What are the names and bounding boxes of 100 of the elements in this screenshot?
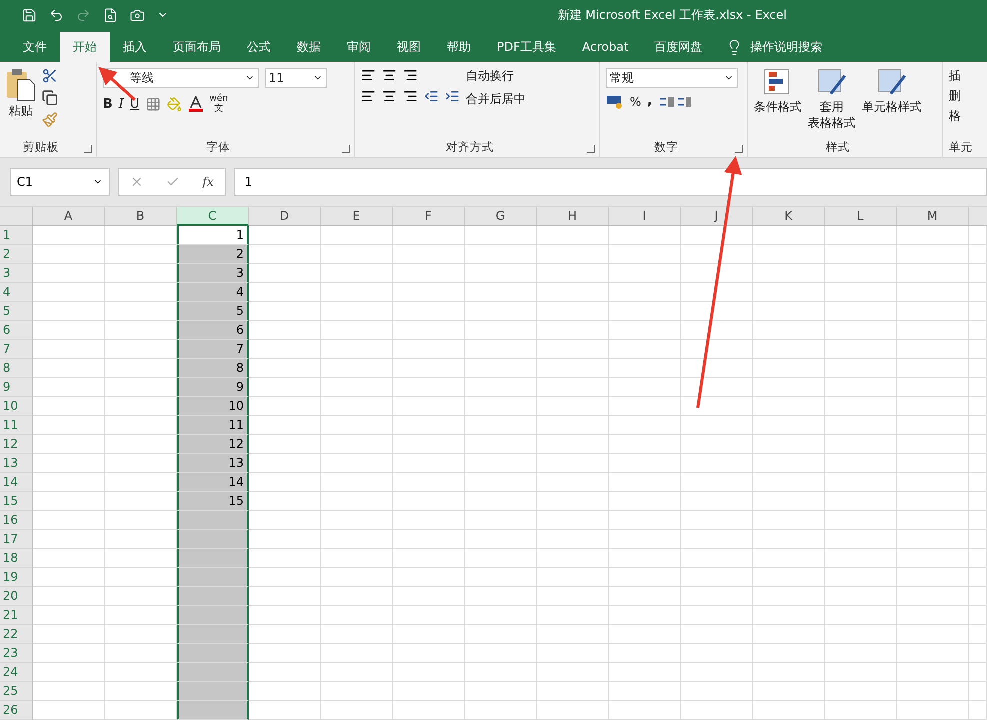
column-header[interactable]: C	[177, 207, 249, 226]
ribbon-tab[interactable]: PDF工具集	[484, 32, 570, 62]
decimal-icon[interactable]	[658, 94, 692, 108]
paste-button[interactable]: 粘贴	[6, 68, 36, 137]
row-header[interactable]: 3	[0, 264, 33, 283]
align-middle-icon[interactable]	[382, 68, 397, 83]
column-header[interactable]: E	[321, 207, 393, 226]
font-name-field[interactable]: 等线	[103, 68, 259, 88]
row-header[interactable]: 17	[0, 530, 33, 549]
font-color-icon[interactable]	[188, 96, 204, 112]
decrease-indent-icon[interactable]	[424, 89, 439, 104]
column-header[interactable]: D	[249, 207, 321, 226]
insert-function-button[interactable]: fx	[202, 175, 214, 189]
dialog-launcher-icon[interactable]	[735, 145, 743, 153]
row-header[interactable]: 14	[0, 473, 33, 492]
bold-button[interactable]: B	[103, 96, 113, 112]
dialog-launcher-icon[interactable]	[342, 145, 350, 153]
column-header[interactable]: F	[393, 207, 465, 226]
row-header[interactable]: 23	[0, 644, 33, 663]
column-header[interactable]: M	[897, 207, 969, 226]
formula-field[interactable]: 1	[234, 168, 987, 196]
align-bottom-icon[interactable]	[403, 68, 418, 83]
table-cell	[825, 682, 897, 701]
number-format-field[interactable]: 常规	[606, 68, 738, 88]
column-header[interactable]: B	[105, 207, 177, 226]
row-header[interactable]: 18	[0, 549, 33, 568]
ribbon-tab[interactable]: 插入	[110, 32, 160, 62]
ribbon-tab[interactable]: Acrobat	[569, 32, 642, 62]
ribbon-tab[interactable]: 视图	[384, 32, 434, 62]
row-header[interactable]: 16	[0, 511, 33, 530]
ribbon-tab[interactable]: 文件	[10, 32, 60, 62]
row-header[interactable]: 5	[0, 302, 33, 321]
align-right-icon[interactable]	[403, 89, 418, 104]
conditional-format-button[interactable]: 条件格式	[754, 68, 802, 137]
camera-icon[interactable]	[130, 8, 145, 22]
copy-icon[interactable]	[42, 90, 58, 106]
font-size-field[interactable]: 11	[265, 68, 327, 88]
row-header[interactable]: 9	[0, 378, 33, 397]
dialog-launcher-icon[interactable]	[84, 145, 92, 153]
phonetic-button[interactable]: wén 文	[210, 94, 228, 114]
row-header[interactable]: 2	[0, 245, 33, 264]
row-header[interactable]: 25	[0, 682, 33, 701]
row-header[interactable]: 7	[0, 340, 33, 359]
dialog-launcher-icon[interactable]	[587, 145, 595, 153]
italic-button[interactable]: I	[118, 96, 124, 112]
wrap-text-button[interactable]: 自动换行	[466, 68, 526, 85]
align-center-icon[interactable]	[382, 89, 397, 104]
percent-button[interactable]: %	[630, 94, 642, 108]
column-header[interactable]: K	[753, 207, 825, 226]
currency-icon[interactable]	[606, 94, 624, 108]
row-header[interactable]: 8	[0, 359, 33, 378]
column-header[interactable]: I	[609, 207, 681, 226]
row-header[interactable]: 10	[0, 397, 33, 416]
align-left-icon[interactable]	[361, 89, 376, 104]
cell-styles-button[interactable]: 单元格样式	[862, 68, 922, 137]
row-header[interactable]: 12	[0, 435, 33, 454]
column-header[interactable]: G	[465, 207, 537, 226]
borders-icon[interactable]	[146, 96, 161, 112]
row-header[interactable]: 1	[0, 226, 33, 245]
format-as-table-button[interactable]: 套用 表格格式	[808, 68, 856, 137]
column-header[interactable]: J	[681, 207, 753, 226]
ribbon-tab[interactable]: 审阅	[334, 32, 384, 62]
undo-icon[interactable]	[49, 8, 64, 22]
fill-color-icon[interactable]	[166, 96, 182, 112]
table-cell	[393, 549, 465, 568]
ribbon-tab[interactable]: 数据	[284, 32, 334, 62]
ribbon-tab[interactable]: 百度网盘	[642, 32, 716, 62]
name-box[interactable]: C1	[10, 168, 110, 196]
row-header[interactable]: 13	[0, 454, 33, 473]
merge-center-button[interactable]: 合并后居中	[466, 91, 526, 108]
align-top-icon[interactable]	[361, 68, 376, 83]
row-header[interactable]: 21	[0, 606, 33, 625]
comma-button[interactable]: ,	[647, 94, 652, 109]
row-header[interactable]: 24	[0, 663, 33, 682]
row-header[interactable]: 11	[0, 416, 33, 435]
row-header[interactable]: 4	[0, 283, 33, 302]
row-header[interactable]: 26	[0, 701, 33, 720]
row-header[interactable]: 6	[0, 321, 33, 340]
table-cell	[825, 568, 897, 587]
tell-me-search[interactable]: 操作说明搜索	[750, 38, 823, 56]
table-cell	[897, 568, 969, 587]
ribbon-tab[interactable]: 帮助	[434, 32, 484, 62]
ribbon-tab[interactable]: 开始	[60, 32, 110, 62]
row-header[interactable]: 22	[0, 625, 33, 644]
column-header[interactable]: H	[537, 207, 609, 226]
save-icon[interactable]	[22, 8, 37, 22]
insert-cells-button[interactable]: 插	[949, 68, 961, 85]
row-header[interactable]: 15	[0, 492, 33, 511]
ribbon-tab[interactable]: 页面布局	[160, 32, 234, 62]
print-preview-icon[interactable]	[103, 8, 118, 22]
delete-cells-button[interactable]: 删	[949, 88, 961, 105]
underline-button[interactable]: U	[130, 96, 140, 112]
cut-icon[interactable]	[42, 68, 58, 84]
column-header[interactable]: L	[825, 207, 897, 226]
row-header[interactable]: 20	[0, 587, 33, 606]
ribbon-tab[interactable]: 公式	[234, 32, 284, 62]
increase-indent-icon[interactable]	[445, 89, 460, 104]
column-header[interactable]: A	[33, 207, 105, 226]
row-header[interactable]: 19	[0, 568, 33, 587]
format-cells-button[interactable]: 格	[949, 108, 961, 125]
